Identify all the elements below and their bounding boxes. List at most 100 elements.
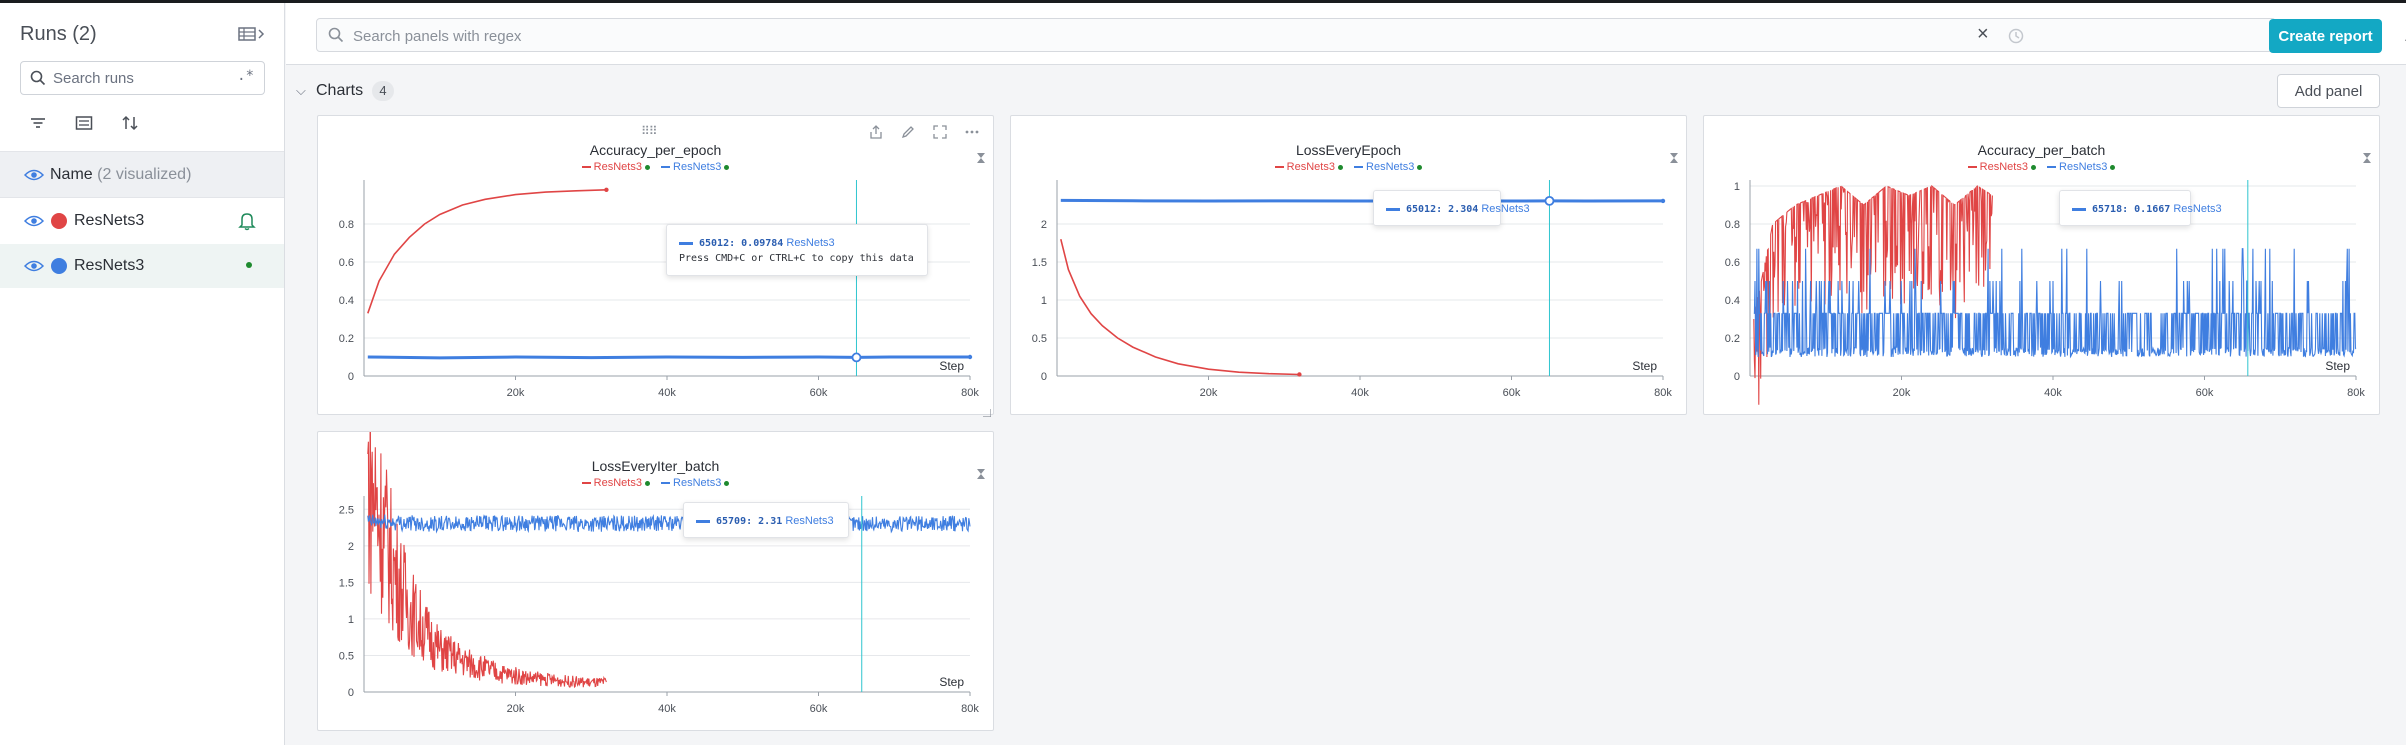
chart-plot[interactable]: 0 0.5 1 1.5 2 2.5 20k 40k 60k 80k Step: [318, 432, 995, 732]
y-tick-label: 0: [348, 687, 354, 699]
x-tick-label: 20k: [1200, 387, 1218, 399]
data-tooltip[interactable]: 65012: 0.09784 ResNets3 Press CMD+C or C…: [666, 224, 928, 276]
sort-icon[interactable]: [120, 113, 142, 135]
data-tooltip[interactable]: 65012: 2.304 ResNets3: [1373, 190, 1530, 226]
tooltip-step: 65012: [699, 238, 730, 249]
panel-search-box: ×: [316, 18, 2276, 52]
y-tick-label: 1.5: [1032, 257, 1047, 269]
series-line[interactable]: [1753, 248, 2357, 359]
clear-icon[interactable]: ×: [1977, 23, 1989, 46]
series-line[interactable]: [367, 189, 607, 314]
runs-search-input[interactable]: [53, 68, 233, 88]
tooltip-step: 65718: [2092, 204, 2123, 215]
create-report-button[interactable]: Create report: [2269, 19, 2382, 53]
series-end-point: [1297, 372, 1302, 377]
visualized-count: (2 visualized): [97, 166, 192, 183]
section-title: Charts: [316, 82, 364, 99]
runs-search-box: .*: [20, 61, 265, 95]
series-end-point: [1660, 198, 1666, 204]
series-line[interactable]: [367, 432, 607, 689]
run-row[interactable]: ResNets3: [0, 244, 284, 288]
name-header-label: Name: [50, 166, 93, 183]
x-tick-label: 40k: [2044, 387, 2062, 399]
x-tick-label: 20k: [1893, 387, 1911, 399]
y-tick-label: 0: [1041, 371, 1047, 383]
x-tick-label: 20k: [507, 703, 525, 715]
y-tick-label: 0.4: [339, 295, 354, 307]
x-tick-label: 20k: [507, 387, 525, 399]
resize-handle-icon[interactable]: [983, 404, 992, 418]
x-tick-label: 60k: [2196, 387, 2214, 399]
eye-icon[interactable]: [23, 259, 45, 273]
add-panel-button[interactable]: Add panel: [2277, 74, 2380, 108]
y-tick-label: 2: [348, 541, 354, 553]
series-line[interactable]: [1060, 198, 1664, 203]
panel-search-input[interactable]: [353, 25, 1853, 47]
runs-title: Runs (2): [20, 23, 97, 45]
data-tooltip[interactable]: 65718: 0.1667 ResNets3: [2059, 190, 2222, 226]
y-tick-label: 1.5: [339, 577, 354, 589]
regex-toggle[interactable]: .*: [237, 68, 254, 84]
run-name[interactable]: ResNets3: [74, 257, 144, 275]
hover-point: [851, 352, 862, 363]
series-line[interactable]: [367, 355, 970, 360]
y-tick-label: 0.8: [1725, 219, 1740, 231]
series-line[interactable]: [1753, 184, 1993, 405]
table-view-icon[interactable]: [238, 25, 268, 45]
x-tick-label: 80k: [961, 703, 979, 715]
chart-plot[interactable]: 0 0.2 0.4 0.6 0.8 1 20k 40k 60k 80k Step: [1704, 116, 2381, 416]
y-tick-label: 0.5: [339, 650, 354, 662]
data-tooltip[interactable]: 65709: 2.31 ResNets3: [683, 502, 849, 538]
tooltip-run: ResNets3: [785, 515, 834, 527]
run-color-dot[interactable]: [51, 258, 67, 274]
runs-table-header: Name (2 visualized): [0, 152, 284, 198]
bell-icon[interactable]: [238, 211, 256, 236]
series-line[interactable]: [1060, 239, 1300, 376]
chart-panel[interactable]: Accuracy_per_batch ResNets3 ResNets3 0 0.…: [1703, 115, 2380, 415]
run-name[interactable]: ResNets3: [74, 212, 144, 230]
run-color-dot[interactable]: [51, 213, 67, 229]
chart-panel[interactable]: ⠿⠿ Accuracy_per_epoch ResNets3 ResNets3 …: [317, 115, 994, 418]
y-tick-label: 0.6: [1725, 257, 1740, 269]
tooltip-step: 65709: [716, 516, 747, 527]
history-icon[interactable]: [2007, 27, 2025, 45]
name-column-header[interactable]: Name (2 visualized): [50, 166, 191, 184]
x-tick-label: 80k: [2347, 387, 2365, 399]
tooltip-value: 0.1667: [2134, 204, 2171, 215]
x-tick-label: 40k: [1351, 387, 1369, 399]
chart-plot[interactable]: 0 0.5 1 1.5 2 20k 40k 60k 80k Step: [1011, 116, 1688, 416]
chart-panel[interactable]: LossEveryEpoch ResNets3 ResNets3 0 0.5 1 1.…: [1010, 115, 1687, 415]
eye-icon[interactable]: [23, 168, 45, 182]
panel-count-badge: 4: [372, 81, 394, 101]
run-row[interactable]: ResNets3: [0, 199, 284, 243]
tooltip-run: ResNets3: [2173, 203, 2222, 215]
y-tick-label: 0: [348, 371, 354, 383]
y-tick-label: 2: [1041, 219, 1047, 231]
chart-panel[interactable]: LossEveryIter_batch ResNets3 ResNets3 00…: [317, 431, 994, 731]
eye-icon[interactable]: [23, 214, 45, 228]
hover-point: [1544, 195, 1555, 206]
x-tick-label: 60k: [810, 387, 828, 399]
x-axis-label: Step: [939, 359, 964, 373]
y-tick-label: 0.2: [1725, 333, 1740, 345]
tooltip-hint: Press CMD+C or CTRL+C to copy this data: [679, 253, 914, 264]
y-tick-label: 2.5: [339, 504, 354, 516]
y-tick-label: 0.4: [1725, 295, 1740, 307]
group-icon[interactable]: [74, 113, 96, 135]
app-window: Runs (2) .* Name (2 visualized) ResNets3: [0, 0, 2406, 745]
x-axis-label: Step: [939, 675, 964, 689]
series-line[interactable]: [367, 513, 971, 534]
search-icon: [327, 26, 345, 44]
x-tick-label: 40k: [658, 703, 676, 715]
running-status-dot: [246, 262, 252, 268]
x-tick-label: 60k: [810, 703, 828, 715]
search-icon: [29, 69, 47, 87]
y-tick-label: 1: [1734, 181, 1740, 193]
x-tick-label: 40k: [658, 387, 676, 399]
y-tick-label: 0: [1734, 371, 1740, 383]
x-axis-label: Step: [2325, 359, 2350, 373]
series-end-point: [604, 187, 609, 192]
filter-icon[interactable]: [28, 113, 50, 135]
y-tick-label: 1: [348, 614, 354, 626]
chevron-down-icon[interactable]: ⌵: [296, 83, 306, 99]
